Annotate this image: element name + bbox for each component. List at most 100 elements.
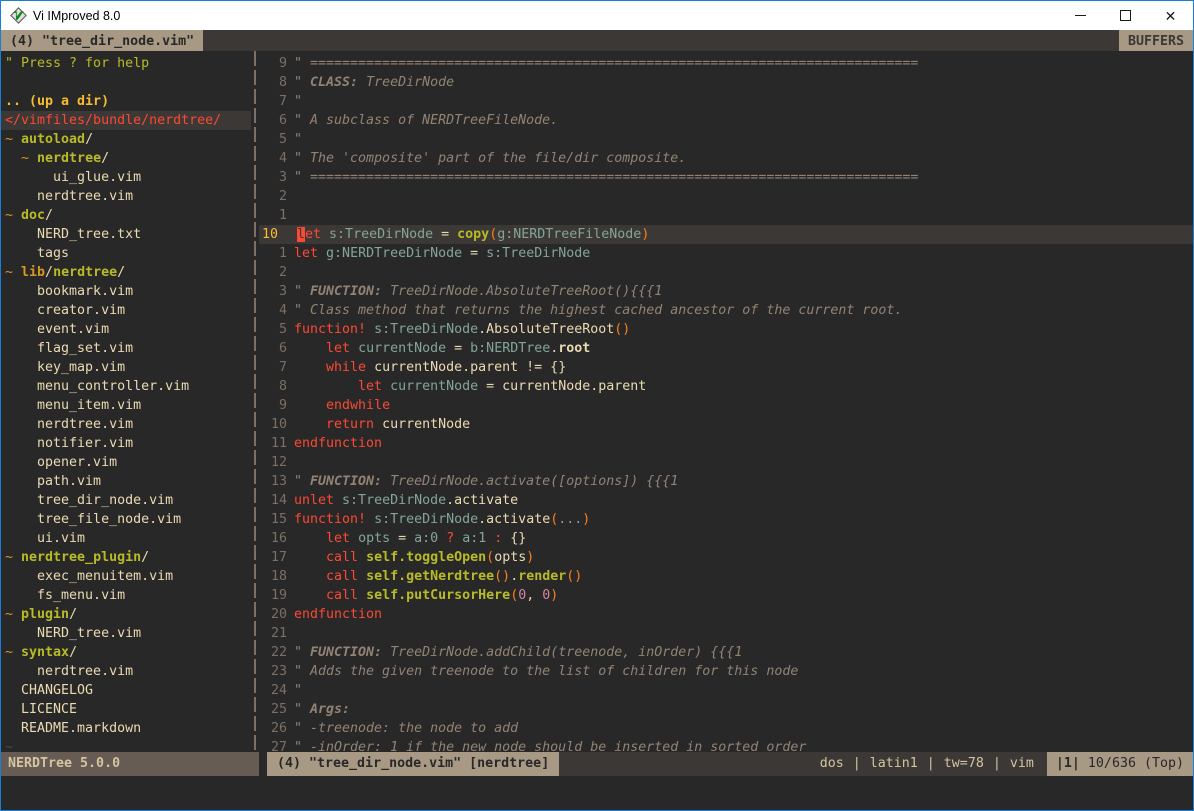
tree-item[interactable]: ~ autoload/ <box>1 130 251 149</box>
code-line[interactable]: 23" Adds the given treenode to the list … <box>259 662 1193 681</box>
buffers-label[interactable]: BUFFERS <box>1119 30 1193 51</box>
code-line-current[interactable]: 10let s:TreeDirNode = copy(g:NERDTreeFil… <box>259 225 1193 244</box>
command-line[interactable] <box>1 776 1193 811</box>
line-number: 5 <box>259 130 287 149</box>
code-line[interactable]: 5function! s:TreeDirNode.AbsoluteTreeRoo… <box>259 320 1193 339</box>
tree-item[interactable]: fs_menu.vim <box>1 586 251 605</box>
tree-item[interactable]: nerdtree.vim <box>1 415 251 434</box>
tree-item[interactable]: ~ <box>1 738 251 752</box>
tree-item[interactable]: menu_item.vim <box>1 396 251 415</box>
code-line[interactable]: 10 return currentNode <box>259 415 1193 434</box>
tree-item[interactable]: ~ nerdtree/ <box>1 149 251 168</box>
code-line[interactable]: 4" The 'composite' part of the file/dir … <box>259 149 1193 168</box>
line-number: 7 <box>259 92 287 111</box>
tree-item[interactable]: flag_set.vim <box>1 339 251 358</box>
fileformat: dos <box>820 752 844 776</box>
tab-tree-dir-node[interactable]: (4) "tree_dir_node.vim" <box>1 30 203 51</box>
window-separator[interactable] <box>251 51 259 752</box>
tree-item[interactable]: README.markdown <box>1 719 251 738</box>
tree-item[interactable]: exec_menuitem.vim <box>1 567 251 586</box>
code-line[interactable]: 26" -treenode: the node to add <box>259 719 1193 738</box>
code-line[interactable]: 9" =====================================… <box>259 54 1193 73</box>
tree-item[interactable]: opener.vim <box>1 453 251 472</box>
tree-item[interactable]: ui_glue.vim <box>1 168 251 187</box>
code-line[interactable]: 13" FUNCTION: TreeDirNode.activate([opti… <box>259 472 1193 491</box>
tree-item[interactable]: ~ plugin/ <box>1 605 251 624</box>
tree-item[interactable]: ~ syntax/ <box>1 643 251 662</box>
code-line[interactable]: 8" CLASS: TreeDirNode <box>259 73 1193 92</box>
tree-item[interactable]: NERD_tree.txt <box>1 225 251 244</box>
code-line[interactable]: 12 <box>259 453 1193 472</box>
tree-item[interactable]: path.vim <box>1 472 251 491</box>
tree-item[interactable]: key_map.vim <box>1 358 251 377</box>
code-line[interactable]: 3" =====================================… <box>259 168 1193 187</box>
code-area[interactable]: 9" =====================================… <box>259 51 1193 752</box>
cursor-position: 10/636 (Top) <box>1088 756 1184 771</box>
code-line[interactable]: 16 let opts = a:0 ? a:1 : {} <box>259 529 1193 548</box>
code-line[interactable]: 14unlet s:TreeDirNode.activate <box>259 491 1193 510</box>
tree-item[interactable]: .. (up a dir) <box>1 92 251 111</box>
tree-item[interactable]: notifier.vim <box>1 434 251 453</box>
filetype: vim <box>1010 752 1034 776</box>
tree-item[interactable]: " Press ? for help <box>1 54 251 73</box>
code-text: " The 'composite' part of the file/dir c… <box>294 149 686 168</box>
code-line[interactable]: 1let g:NERDTreeDirNode = s:TreeDirNode <box>259 244 1193 263</box>
code-line[interactable]: 1 <box>259 206 1193 225</box>
code-line[interactable]: 7" <box>259 92 1193 111</box>
code-text: " <box>294 130 302 149</box>
tree-item[interactable]: tree_dir_node.vim <box>1 491 251 510</box>
code-line[interactable]: 11endfunction <box>259 434 1193 453</box>
nerdtree-panel[interactable]: " Press ? for help .. (up a dir)</vimfile… <box>1 51 251 752</box>
line-number: 8 <box>259 377 287 396</box>
tree-item[interactable]: nerdtree.vim <box>1 662 251 681</box>
tree-item[interactable]: nerdtree.vim <box>1 187 251 206</box>
code-line[interactable]: 4" Class method that returns the highest… <box>259 301 1193 320</box>
code-line[interactable]: 2 <box>259 263 1193 282</box>
code-line[interactable]: 27" -inOrder: 1 if the new node should b… <box>259 738 1193 752</box>
tree-item[interactable]: tree_file_node.vim <box>1 510 251 529</box>
tree-item[interactable]: ~ nerdtree_plugin/ <box>1 548 251 567</box>
tree-item[interactable]: creator.vim <box>1 301 251 320</box>
line-number: 2 <box>259 263 287 282</box>
code-text: endfunction <box>294 434 382 453</box>
code-line[interactable]: 3" FUNCTION: TreeDirNode.AbsoluteTreeRoo… <box>259 282 1193 301</box>
code-line[interactable]: 18 call self.getNerdtree().render() <box>259 567 1193 586</box>
line-number: 2 <box>259 187 287 206</box>
tree-item[interactable]: tags <box>1 244 251 263</box>
code-line[interactable]: 6 let currentNode = b:NERDTree.root <box>259 339 1193 358</box>
tree-item[interactable]: NERD_tree.vim <box>1 624 251 643</box>
code-line[interactable]: 5" <box>259 130 1193 149</box>
code-text: function! s:TreeDirNode.activate(...) <box>294 510 590 529</box>
code-line[interactable]: 17 call self.toggleOpen(opts) <box>259 548 1193 567</box>
tree-item[interactable]: CHANGELOG <box>1 681 251 700</box>
code-line[interactable]: 25" Args: <box>259 700 1193 719</box>
code-line[interactable]: 6" A subclass of NERDTreeFileNode. <box>259 111 1193 130</box>
code-line[interactable]: 8 let currentNode = currentNode.parent <box>259 377 1193 396</box>
code-line[interactable]: 15function! s:TreeDirNode.activate(...) <box>259 510 1193 529</box>
close-button[interactable]: ✕ <box>1148 1 1193 30</box>
code-line[interactable]: 19 call self.putCursorHere(0, 0) <box>259 586 1193 605</box>
tree-item[interactable]: bookmark.vim <box>1 282 251 301</box>
code-line[interactable]: 24" <box>259 681 1193 700</box>
nerdtree-statusline: NERDTree 5.0.0 <box>1 752 259 776</box>
code-line[interactable]: 7 while currentNode.parent != {} <box>259 358 1193 377</box>
tree-item[interactable]: ~ lib/nerdtree/ <box>1 263 251 282</box>
tree-item-current[interactable]: </vimfiles/bundle/nerdtree/ <box>1 111 251 130</box>
tree-item[interactable]: ~ doc/ <box>1 206 251 225</box>
tree-item[interactable]: menu_controller.vim <box>1 377 251 396</box>
tree-item[interactable]: LICENCE <box>1 700 251 719</box>
tree-item[interactable] <box>1 73 251 92</box>
line-number: 27 <box>259 738 287 752</box>
tree-item[interactable]: ui.vim <box>1 529 251 548</box>
minimize-button[interactable] <box>1058 1 1103 30</box>
line-number: 9 <box>259 396 287 415</box>
code-text: while currentNode.parent != {} <box>294 358 566 377</box>
code-line[interactable]: 22" FUNCTION: TreeDirNode.addChild(treen… <box>259 643 1193 662</box>
line-number: 1 <box>259 244 287 263</box>
maximize-button[interactable] <box>1103 1 1148 30</box>
tree-item[interactable]: event.vim <box>1 320 251 339</box>
code-line[interactable]: 21 <box>259 624 1193 643</box>
code-line[interactable]: 20endfunction <box>259 605 1193 624</box>
code-line[interactable]: 2 <box>259 187 1193 206</box>
code-line[interactable]: 9 endwhile <box>259 396 1193 415</box>
